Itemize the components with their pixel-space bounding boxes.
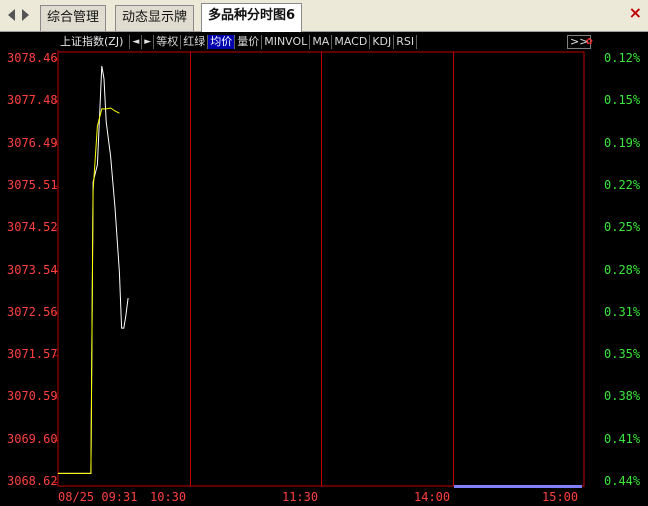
time-tick-label: 14:00 xyxy=(414,490,451,504)
price-tick-label: 3069.60 xyxy=(7,431,58,446)
percent-tick-label: 0.12% xyxy=(604,51,641,65)
percent-tick-label: 0.25% xyxy=(604,220,641,235)
volume-bar xyxy=(454,485,582,488)
price-tick-label: 3073.54 xyxy=(7,262,58,277)
timeshare-chart[interactable] xyxy=(0,0,648,506)
average-price-line xyxy=(58,107,120,474)
percent-tick-label: 0.44% xyxy=(604,474,641,488)
price-tick-label: 3076.49 xyxy=(7,135,58,150)
volume-price-button[interactable]: 量价 xyxy=(235,35,263,49)
index-title[interactable]: 上证指数(ZJ) xyxy=(58,35,131,49)
percent-tick-label: 0.22% xyxy=(604,177,641,192)
percent-tick-label: 0.15% xyxy=(604,93,641,108)
price-tick-label: 3072.56 xyxy=(7,304,58,319)
mark-icon[interactable]: ✿ xyxy=(586,34,593,47)
price-line xyxy=(58,65,129,474)
percent-tick-label: 0.31% xyxy=(604,304,641,319)
price-tick-label: 3074.52 xyxy=(7,220,58,235)
time-tick-label: 08/25 09:31 xyxy=(58,490,138,504)
price-tick-label: 3075.51 xyxy=(7,177,58,192)
percent-tick-label: 0.19% xyxy=(604,135,641,150)
percent-tick-label: 0.28% xyxy=(604,262,641,277)
price-tick-label: 3077.48 xyxy=(7,93,58,108)
price-tick-label: 3071.57 xyxy=(7,347,58,362)
price-tick-label: 3070.59 xyxy=(7,389,58,404)
rsi-button[interactable]: RSI xyxy=(394,35,418,49)
minvol-button[interactable]: MINVOL xyxy=(262,35,311,49)
next-icon[interactable]: ► xyxy=(142,35,155,49)
chart-toolbar: 上证指数(ZJ) ◄ ► 等权 红绿 均价 量价 MINVOL MA MACD … xyxy=(58,34,418,50)
red-green-button[interactable]: 红绿 xyxy=(181,35,209,49)
ma-button[interactable]: MA xyxy=(310,35,333,49)
average-price-button[interactable]: 均价 xyxy=(208,35,236,49)
kdj-button[interactable]: KDJ xyxy=(370,35,395,49)
prev-icon[interactable]: ◄ xyxy=(130,35,143,49)
percent-tick-label: 0.41% xyxy=(604,431,641,446)
time-tick-label: 15:00 xyxy=(542,490,579,504)
macd-button[interactable]: MACD xyxy=(332,35,371,49)
price-tick-label: 3068.62 xyxy=(7,474,58,488)
equal-weight-button[interactable]: 等权 xyxy=(154,35,182,49)
percent-tick-label: 0.35% xyxy=(604,347,641,362)
time-tick-label: 11:30 xyxy=(282,490,319,504)
percent-tick-label: 0.38% xyxy=(604,389,641,404)
price-tick-label: 3078.46 xyxy=(7,51,58,65)
time-tick-label: 10:30 xyxy=(150,490,187,504)
